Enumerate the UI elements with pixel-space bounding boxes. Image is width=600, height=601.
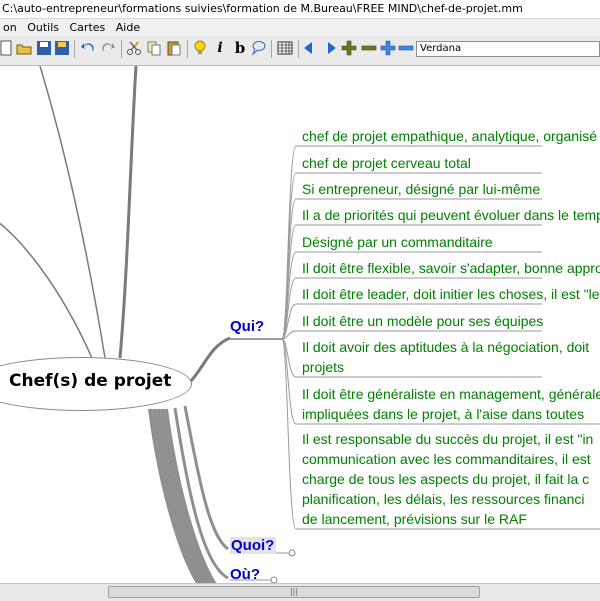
scrollbar-thumb[interactable]: ||| — [108, 586, 480, 598]
menu-aide[interactable]: Aide — [113, 19, 144, 36]
save-as-icon[interactable] — [54, 40, 70, 56]
node-text-line: Si entrepreneur, désigné par lui-même — [302, 181, 541, 197]
qui-child-node[interactable]: Si entrepreneur, désigné par lui-même — [302, 179, 600, 199]
menu-affichage[interactable]: on — [0, 19, 21, 36]
undo-icon[interactable] — [80, 40, 96, 56]
toolbar-separator — [74, 40, 75, 58]
mindmap-canvas: Chef(s) de projet Qui? Quoi? Où? chef de… — [0, 66, 600, 583]
qui-child-node[interactable]: chef de projet cerveau total — [302, 153, 600, 173]
branch-qui[interactable]: Qui? — [230, 318, 264, 335]
root-node-label: Chef(s) de projet — [9, 371, 172, 391]
italic-icon[interactable]: i — [212, 40, 228, 56]
toolbar-separator — [187, 40, 188, 58]
edge-root-qui — [188, 336, 231, 384]
qui-child-node[interactable]: Il a de priorités qui peuvent évoluer da… — [302, 205, 600, 225]
window-title: C:\auto-entrepreneur\formations suivies\… — [2, 2, 523, 15]
branch-quoi[interactable]: Quoi? — [230, 537, 277, 554]
node-text-line: Il est responsable du succès du projet, … — [302, 431, 594, 447]
qui-child-node[interactable]: Il doit être un modèle pour ses équipes — [302, 311, 600, 331]
node-text-line: Il a de priorités qui peuvent évoluer da… — [302, 207, 600, 223]
minus-blue-icon[interactable] — [398, 40, 414, 56]
open-folder-icon[interactable] — [16, 40, 32, 56]
node-text-line: communication avec les commanditaires, i… — [302, 451, 591, 467]
node-text-line: planification, les délais, les ressource… — [302, 491, 585, 507]
qui-child-node[interactable]: Il doit être flexible, savoir s'adapter,… — [302, 258, 600, 278]
cut-icon[interactable] — [126, 40, 142, 56]
node-text-line: Il doit avoir des aptitudes à la négocia… — [302, 339, 590, 355]
qui-child-node[interactable]: chef de projet empathique, analytique, o… — [302, 126, 600, 146]
qui-child-node[interactable]: Il doit avoir des aptitudes à la négocia… — [302, 337, 600, 377]
speech-bubble-icon[interactable] — [250, 40, 266, 56]
branch-ou[interactable]: Où? — [230, 566, 260, 583]
node-text-line: Il doit être un modèle pour ses équipes — [302, 313, 544, 329]
toolbar-separator — [298, 40, 299, 58]
toolbar-separator — [271, 40, 272, 58]
menu-bar: on Outils Cartes Aide — [0, 19, 600, 36]
new-file-icon[interactable] — [0, 40, 14, 56]
paste-icon[interactable] — [166, 40, 182, 56]
save-icon[interactable] — [36, 40, 52, 56]
edge-root-upper — [39, 66, 106, 359]
toolbar-separator — [121, 40, 122, 58]
edge-root-upper — [118, 66, 138, 359]
node-text-line: Il doit être généraliste en management, … — [302, 386, 600, 402]
menu-cartes[interactable]: Cartes — [67, 19, 110, 36]
menu-outils[interactable]: Outils — [24, 19, 63, 36]
horizontal-scrollbar[interactable]: ||| — [0, 583, 600, 601]
qui-child-node[interactable]: Il doit être généraliste en management, … — [302, 384, 600, 424]
qui-child-node[interactable]: Il est responsable du succès du projet, … — [302, 429, 600, 529]
node-text-line: Il doit être flexible, savoir s'adapter,… — [302, 260, 600, 276]
grid-icon[interactable] — [277, 40, 293, 56]
fold-toggle-icon[interactable] — [288, 549, 296, 557]
node-text-line: projets — [302, 359, 345, 375]
window-title-bar: C:\auto-entrepreneur\formations suivies\… — [0, 0, 600, 19]
node-text-line: impliquées dans le projet, à l'aise dans… — [302, 406, 585, 422]
node-text-line: charge de tous les aspects du projet, il… — [302, 471, 590, 487]
node-text-line: chef de projet empathique, analytique, o… — [302, 128, 597, 144]
plus-olive-icon[interactable] — [341, 40, 357, 56]
bold-icon[interactable]: b — [232, 40, 248, 56]
minus-olive-icon[interactable] — [361, 40, 377, 56]
node-text-line: Il doit être leader, doit initier les ch… — [302, 286, 600, 302]
qui-child-node[interactable]: Il doit être leader, doit initier les ch… — [302, 284, 600, 304]
copy-icon[interactable] — [146, 40, 162, 56]
plus-blue-icon[interactable] — [380, 40, 396, 56]
node-text-line: chef de projet cerveau total — [302, 155, 471, 171]
qui-child-node[interactable]: Désigné par un commanditaire — [302, 232, 600, 252]
arrow-right-icon[interactable] — [322, 40, 338, 56]
font-selector[interactable]: Verdana — [416, 41, 600, 57]
arrow-left-icon[interactable] — [302, 40, 318, 56]
edge-root-upper — [0, 222, 93, 359]
lightbulb-icon[interactable] — [192, 40, 208, 56]
node-text-line: Désigné par un commanditaire — [302, 234, 493, 250]
node-text-line: de lancement, prévisions sur le RAF — [302, 511, 527, 527]
redo-icon[interactable] — [100, 40, 116, 56]
